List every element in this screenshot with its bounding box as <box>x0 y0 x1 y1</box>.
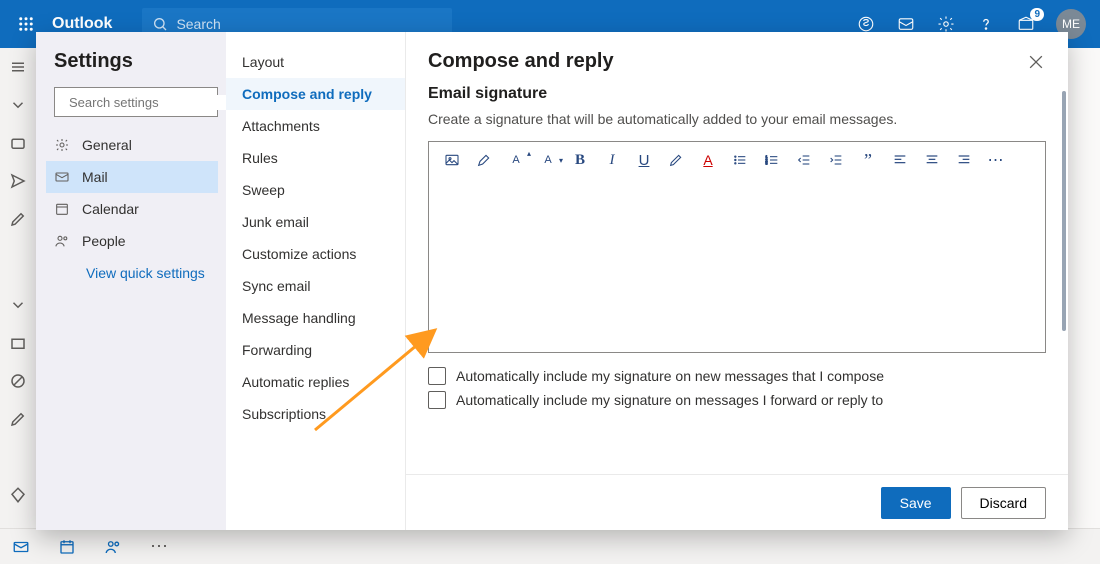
global-search-input[interactable] <box>176 16 442 32</box>
editor-toolbar: A▴ A▾ B I U A 123 ” ⋯ <box>429 142 1045 178</box>
notifications-icon[interactable]: 9 <box>1016 14 1036 34</box>
settings-nav-general[interactable]: General <box>46 129 218 161</box>
close-icon[interactable] <box>1026 52 1046 72</box>
app-name: Outlook <box>52 15 112 33</box>
scrollbar[interactable] <box>1062 91 1066 331</box>
save-button[interactable]: Save <box>881 487 951 519</box>
panel-footer: Save Discard <box>406 474 1068 530</box>
diamond-rail-icon[interactable] <box>9 486 27 504</box>
settings-nav-people[interactable]: People <box>46 225 218 257</box>
more-modules-icon[interactable]: ⋯ <box>150 536 169 557</box>
panel-body: Email signature Create a signature that … <box>406 85 1068 474</box>
svg-text:3: 3 <box>765 161 768 166</box>
chevron-down-icon[interactable] <box>9 96 27 114</box>
menu-icon[interactable] <box>9 58 27 76</box>
calendar-icon <box>54 201 70 217</box>
number-list-icon[interactable]: 123 <box>763 151 781 169</box>
notification-badge: 9 <box>1030 8 1044 21</box>
submenu-sweep[interactable]: Sweep <box>226 174 405 206</box>
align-right-icon[interactable] <box>955 151 973 169</box>
underline-icon[interactable]: U <box>635 151 653 169</box>
chevron-down-icon[interactable] <box>9 296 27 314</box>
gear-icon <box>54 137 70 153</box>
submenu-automatic-replies[interactable]: Automatic replies <box>226 366 405 398</box>
nav-label: General <box>82 137 132 153</box>
align-center-icon[interactable] <box>923 151 941 169</box>
include-on-new-row: Automatically include my signature on ne… <box>428 367 1046 385</box>
font-size-down-icon[interactable]: A▾ <box>539 151 557 169</box>
submenu-sync-email[interactable]: Sync email <box>226 270 405 302</box>
submenu-junk-email[interactable]: Junk email <box>226 206 405 238</box>
submenu-forwarding[interactable]: Forwarding <box>226 334 405 366</box>
checkbox-label: Automatically include my signature on ne… <box>456 368 884 384</box>
block-rail-icon[interactable] <box>9 372 27 390</box>
submenu-message-handling[interactable]: Message handling <box>226 302 405 334</box>
include-on-new-checkbox[interactable] <box>428 367 446 385</box>
submenu-rules[interactable]: Rules <box>226 142 405 174</box>
calendar-module-icon[interactable] <box>58 538 76 556</box>
send-rail-icon[interactable] <box>9 172 27 190</box>
settings-nav: Settings General Mail Calendar People Vi… <box>36 32 226 530</box>
people-module-icon[interactable] <box>104 538 122 556</box>
panel-header: Compose and reply <box>406 32 1068 85</box>
section-title: Email signature <box>428 85 1046 103</box>
italic-icon[interactable]: I <box>603 151 621 169</box>
mail-icon <box>54 169 70 185</box>
submenu-attachments[interactable]: Attachments <box>226 110 405 142</box>
include-on-reply-checkbox[interactable] <box>428 391 446 409</box>
submenu-layout[interactable]: Layout <box>226 46 405 78</box>
outdent-icon[interactable] <box>795 151 813 169</box>
help-icon[interactable] <box>976 14 996 34</box>
settings-title: Settings <box>54 50 218 73</box>
bullet-list-icon[interactable] <box>731 151 749 169</box>
inbox-action-icon[interactable] <box>896 14 916 34</box>
panel-title: Compose and reply <box>428 50 614 73</box>
quote-icon[interactable]: ” <box>859 151 877 169</box>
nav-label: People <box>82 233 126 249</box>
discard-button[interactable]: Discard <box>961 487 1046 519</box>
pen-icon[interactable] <box>667 151 685 169</box>
submenu-customize-actions[interactable]: Customize actions <box>226 238 405 270</box>
mail-module-icon[interactable] <box>12 538 30 556</box>
module-switcher: ⋯ <box>0 528 1100 564</box>
more-toolbar-icon[interactable]: ⋯ <box>987 151 1005 169</box>
settings-nav-mail[interactable]: Mail <box>46 161 218 193</box>
settings-panel: Compose and reply Email signature Create… <box>406 32 1068 530</box>
signature-editor: A▴ A▾ B I U A 123 ” ⋯ <box>428 141 1046 353</box>
settings-submenu: Layout Compose and reply Attachments Rul… <box>226 32 406 530</box>
insert-image-icon[interactable] <box>443 151 461 169</box>
signature-textarea[interactable] <box>429 178 1045 352</box>
people-icon <box>54 233 70 249</box>
include-on-reply-row: Automatically include my signature on me… <box>428 391 1046 409</box>
settings-nav-calendar[interactable]: Calendar <box>46 193 218 225</box>
highlighter-icon[interactable] <box>475 151 493 169</box>
section-description: Create a signature that will be automati… <box>428 111 1046 127</box>
nav-label: Calendar <box>82 201 139 217</box>
settings-dialog: Settings General Mail Calendar People Vi… <box>36 32 1068 530</box>
indent-icon[interactable] <box>827 151 845 169</box>
submenu-compose-and-reply[interactable]: Compose and reply <box>226 78 405 110</box>
edit2-rail-icon[interactable] <box>9 410 27 428</box>
search-icon <box>152 16 168 32</box>
nav-label: Mail <box>82 169 108 185</box>
submenu-subscriptions[interactable]: Subscriptions <box>226 398 405 430</box>
font-color-icon[interactable]: A <box>699 151 717 169</box>
checkbox-label: Automatically include my signature on me… <box>456 392 883 408</box>
align-left-icon[interactable] <box>891 151 909 169</box>
left-rail <box>0 48 36 528</box>
settings-search-input[interactable] <box>69 95 245 110</box>
inbox-rail-icon[interactable] <box>9 134 27 152</box>
skype-icon[interactable] <box>856 14 876 34</box>
edit-rail-icon[interactable] <box>9 210 27 228</box>
archive-rail-icon[interactable] <box>9 334 27 352</box>
settings-search[interactable] <box>54 87 218 117</box>
font-size-up-icon[interactable]: A▴ <box>507 151 525 169</box>
settings-gear-icon[interactable] <box>936 14 956 34</box>
bold-icon[interactable]: B <box>571 151 589 169</box>
view-quick-settings-link[interactable]: View quick settings <box>86 265 218 281</box>
